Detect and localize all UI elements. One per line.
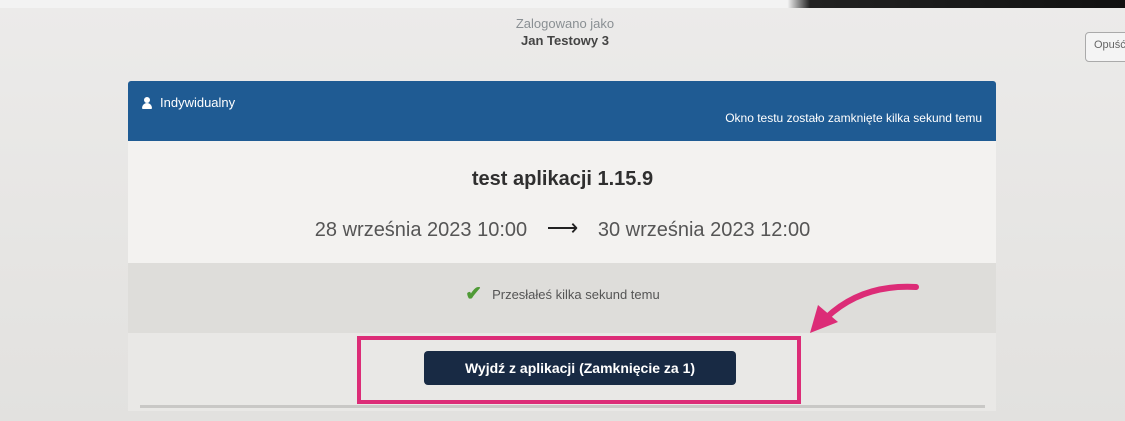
login-label: Zalogowano jako [515,16,615,31]
mode-indicator: Indywidualny [142,95,235,110]
app-screen: Zalogowano jako Jan Testowy 3 Opuść Indy… [0,0,1125,421]
card-body [128,141,996,263]
top-edge [0,0,1125,8]
arrow-right-icon: ⟶ [546,215,579,240]
end-date: 30 września 2023 12:00 [597,219,811,241]
date-range: 28 września 2023 10:00 ⟶ 30 września 202… [0,215,1125,242]
mode-label: Indywidualny [160,95,236,110]
user-name: Jan Testowy 3 [521,33,609,48]
annotation-highlight [357,336,801,404]
start-date: 28 września 2023 10:00 [314,219,528,241]
window-status: Okno testu zostało zamknięte kilka sekun… [725,111,982,125]
card-header: Indywidualny Okno testu zostało zamknięt… [128,81,996,141]
leave-button[interactable]: Opuść [1085,32,1125,62]
submission-status: ✔ Przesłałeś kilka sekund temu [0,283,1125,305]
user-icon [142,96,152,109]
login-info: Zalogowano jako Jan Testowy 3 [430,16,700,50]
submission-status-text: Przesłałeś kilka sekund temu [492,286,660,302]
test-title: test aplikacji 1.15.9 [471,168,654,190]
footer-divider [140,405,985,408]
checkmark-icon: ✔ [465,283,483,305]
